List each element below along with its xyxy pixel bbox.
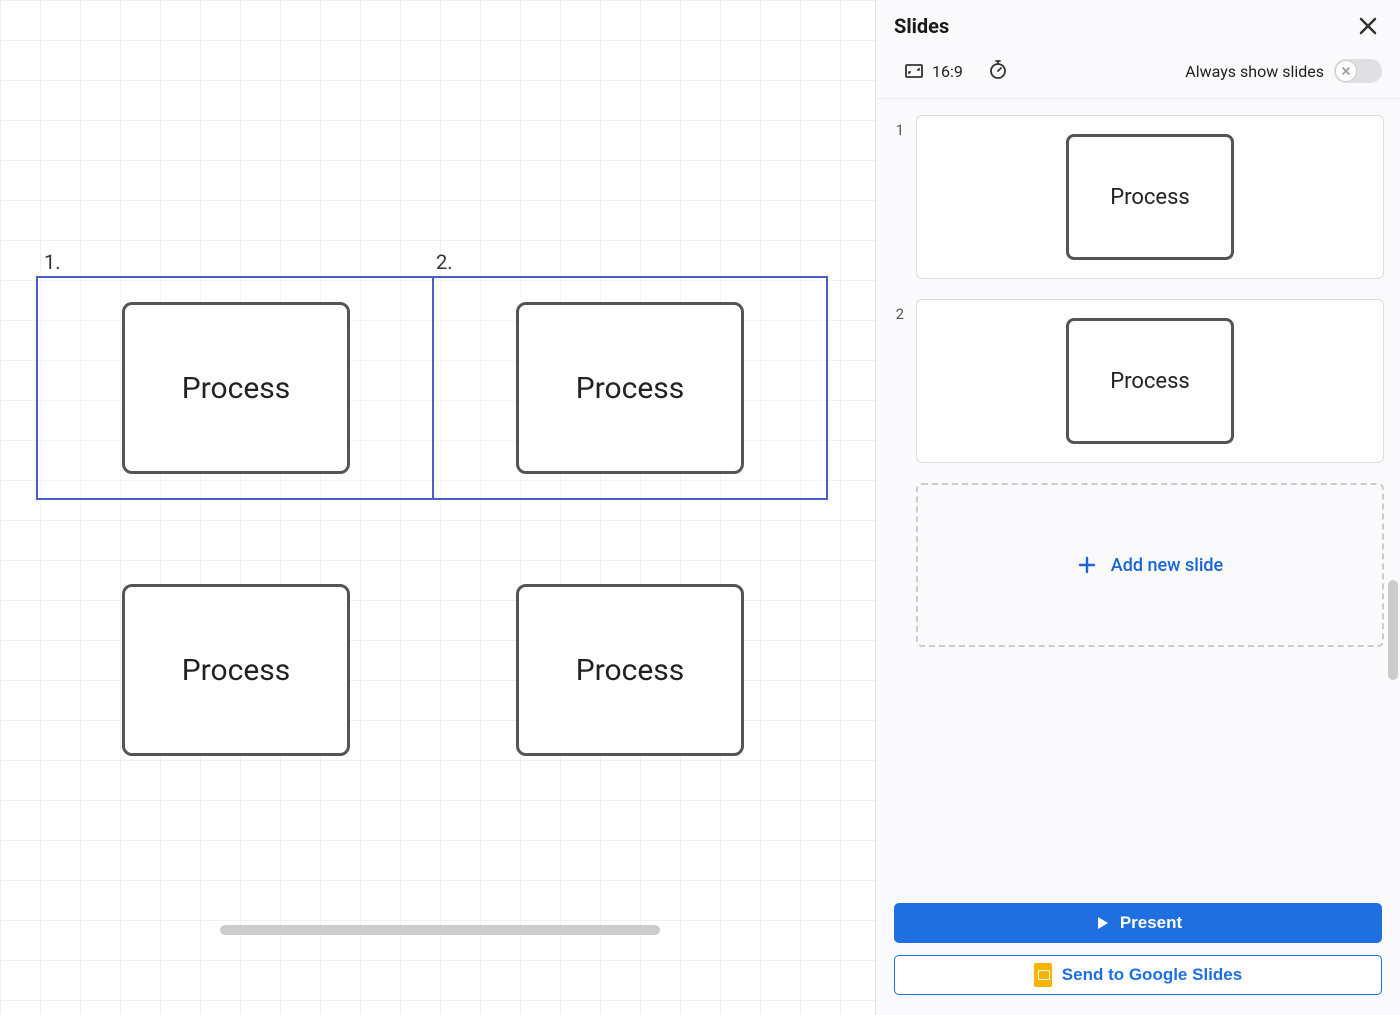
process-shape[interactable]: Process — [122, 302, 350, 474]
process-shape[interactable]: Process — [122, 584, 350, 756]
close-button[interactable] — [1354, 12, 1382, 40]
panel-title: Slides — [894, 14, 949, 38]
slides-list[interactable]: 1 Process 2 Process Add new slide — [876, 99, 1400, 889]
vertical-scrollbar[interactable] — [1388, 580, 1398, 680]
add-slide-label: Add new slide — [1111, 555, 1223, 576]
always-show-label: Always show slides — [1185, 62, 1324, 81]
thumbnail-shape: Process — [1066, 134, 1234, 260]
diagram-canvas[interactable]: 1. 2. Process Process Process Process — [0, 0, 875, 1015]
panel-toolbar: 16:9 Always show slides — [876, 48, 1400, 99]
toggle-off-icon — [1340, 65, 1352, 77]
horizontal-scrollbar[interactable] — [220, 925, 660, 935]
plus-icon — [1077, 555, 1097, 575]
process-shape-label: Process — [576, 371, 685, 406]
process-shape[interactable]: Process — [516, 584, 744, 756]
always-show-toggle[interactable] — [1334, 59, 1382, 83]
slide-item: 1 Process — [892, 115, 1384, 279]
play-icon — [1094, 915, 1110, 931]
google-slides-label: Send to Google Slides — [1062, 965, 1242, 985]
slide-divider[interactable] — [432, 278, 434, 498]
thumbnail-shape: Process — [1066, 318, 1234, 444]
stopwatch-icon — [987, 58, 1009, 80]
aspect-ratio-button[interactable]: 16:9 — [894, 57, 973, 85]
process-shape[interactable]: Process — [516, 302, 744, 474]
toggle-knob — [1335, 60, 1357, 82]
always-show-toggle-group: Always show slides — [1185, 59, 1382, 83]
slide-item: 2 Process — [892, 299, 1384, 463]
add-slide-item: Add new slide — [916, 483, 1384, 647]
timer-button[interactable] — [983, 54, 1013, 88]
slide-thumbnail[interactable]: Process — [916, 115, 1384, 279]
google-slides-icon — [1034, 963, 1052, 987]
add-slide-button[interactable]: Add new slide — [916, 483, 1384, 647]
close-icon — [1359, 17, 1377, 35]
send-to-google-slides-button[interactable]: Send to Google Slides — [894, 955, 1382, 995]
present-button[interactable]: Present — [894, 903, 1382, 943]
process-shape-label: Process — [182, 371, 291, 406]
thumbnail-shape-label: Process — [1110, 185, 1190, 210]
slide-group-label-1: 1. — [44, 250, 61, 274]
thumbnail-shape-label: Process — [1110, 369, 1190, 394]
slide-number: 1 — [892, 115, 904, 139]
aspect-ratio-icon — [904, 61, 924, 81]
slide-number: 2 — [892, 299, 904, 323]
present-label: Present — [1120, 913, 1182, 933]
slides-panel: Slides 16:9 Always show slides — [875, 0, 1400, 1015]
process-shape-label: Process — [576, 653, 685, 688]
panel-footer: Present Send to Google Slides — [876, 889, 1400, 1015]
panel-header: Slides — [876, 0, 1400, 48]
aspect-ratio-label: 16:9 — [932, 62, 963, 81]
process-shape-label: Process — [182, 653, 291, 688]
slide-thumbnail[interactable]: Process — [916, 299, 1384, 463]
slide-group-label-2: 2. — [436, 250, 453, 274]
